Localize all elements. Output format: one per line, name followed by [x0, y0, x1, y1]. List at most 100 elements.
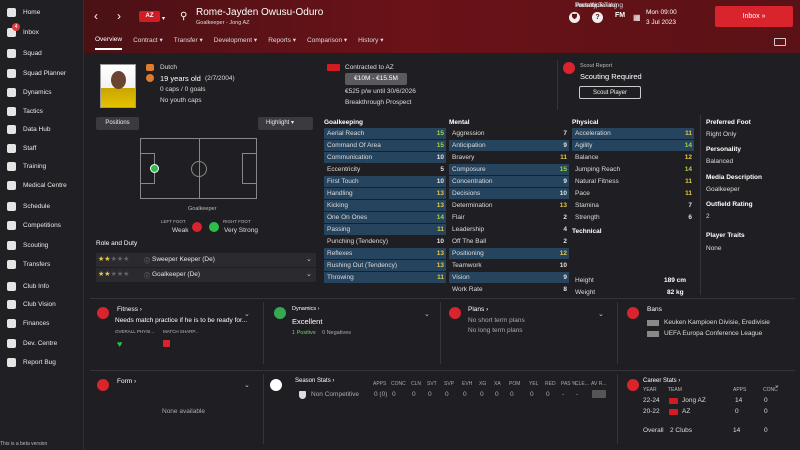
attribute-row[interactable]: Determination 13	[449, 200, 569, 211]
stats-header[interactable]: CONC	[391, 381, 406, 387]
help-icon[interactable]: ?	[592, 12, 603, 23]
attribute-row[interactable]: Reflexes 13	[324, 248, 446, 259]
form-title[interactable]: Form ›	[117, 378, 136, 385]
positions-button[interactable]: Positions	[96, 117, 139, 130]
stats-header[interactable]: CLN	[411, 381, 421, 387]
attribute-row[interactable]: Leadership 4	[449, 224, 569, 235]
sidebar-item-report-bug[interactable]: Report Bug	[0, 354, 84, 370]
stats-header[interactable]: CLE...	[575, 381, 589, 387]
stats-header[interactable]: POM	[509, 381, 520, 387]
attribute-row[interactable]: First Touch 10	[324, 176, 446, 187]
club-badge[interactable]: AZ	[139, 11, 160, 22]
sidebar-item-transfers[interactable]: Transfers	[0, 256, 84, 272]
dynamics-title[interactable]: Dynamics ›	[292, 306, 320, 312]
attribute-row[interactable]: Off The Ball 2	[449, 236, 569, 247]
attribute-row[interactable]: Teamwork 10	[449, 260, 569, 271]
contracted-to[interactable]: Contracted to AZ	[345, 64, 394, 71]
attribute-row[interactable]: Command Of Area 15	[324, 140, 446, 151]
sidebar-item-club-vision[interactable]: Club Vision	[0, 296, 84, 312]
chevron-down-icon[interactable]: ▾	[162, 13, 165, 25]
nationality[interactable]: Dutch	[160, 64, 177, 71]
sidebar-item-finances[interactable]: Finances	[0, 315, 84, 331]
attribute-row[interactable]: Concentration 9	[449, 176, 569, 187]
attribute-row[interactable]: Kicking 13	[324, 200, 446, 211]
chevron-down-icon[interactable]: ⌄	[244, 310, 250, 318]
attribute-row[interactable]: Stamina 7	[572, 200, 694, 211]
scout-player-button[interactable]: Scout Player	[579, 86, 641, 99]
tab-transfer[interactable]: Transfer ▾	[174, 36, 203, 50]
attribute-row[interactable]: Natural Fitness 11	[572, 176, 694, 187]
attribute-row[interactable]: Vision 9	[449, 272, 569, 283]
sidebar-item-club-info[interactable]: Club Info	[0, 278, 84, 294]
attribute-row[interactable]: Work Rate 8	[449, 284, 569, 295]
tab-overview[interactable]: Overview	[95, 36, 123, 50]
attribute-row[interactable]: Punching (Tendency) 10	[324, 236, 446, 247]
sidebar-item-home[interactable]: Home	[0, 4, 84, 20]
fitness-title[interactable]: Fitness ›	[117, 306, 142, 313]
tab-comparison[interactable]: Comparison ▾	[307, 36, 347, 50]
attribute-row[interactable]: Agility 14	[572, 140, 694, 151]
sidebar-item-tactics[interactable]: Tactics	[0, 103, 84, 119]
attribute-row[interactable]: Throwing 11	[324, 272, 446, 283]
attribute-row[interactable]: Balance 12	[572, 152, 694, 163]
stats-header[interactable]: AV R...	[591, 381, 606, 387]
stats-header[interactable]: YEL	[529, 381, 538, 387]
stats-header[interactable]: SVT	[427, 381, 437, 387]
sidebar-item-squad-planner[interactable]: Squad Planner	[0, 65, 84, 81]
chevron-down-icon[interactable]: ⌄	[424, 310, 430, 318]
highlight-dropdown[interactable]: Highlight ▾	[258, 117, 313, 130]
sidebar-item-squad[interactable]: Squad	[0, 45, 84, 61]
sidebar-item-inbox[interactable]: Inbox 4	[0, 23, 84, 40]
stats-header[interactable]: RED	[545, 381, 556, 387]
stats-header[interactable]: SVP	[444, 381, 454, 387]
attribute-row[interactable]: Acceleration 11	[572, 128, 694, 139]
chevron-down-icon[interactable]: ⌄	[306, 255, 312, 263]
screen-icon[interactable]	[774, 38, 786, 46]
career-team[interactable]: AZ	[682, 408, 690, 415]
attribute-row[interactable]: Handling 13	[324, 188, 446, 199]
career-title[interactable]: Career Stats ›	[643, 378, 680, 384]
attribute-row[interactable]: Eccentricity 5	[324, 164, 446, 175]
shield-icon[interactable]: ⛊	[569, 12, 580, 23]
fm-logo[interactable]: FM	[615, 12, 625, 19]
chevron-down-icon[interactable]: ⌄	[244, 381, 250, 389]
attribute-row[interactable]: Pace 11	[572, 188, 694, 199]
attribute-row[interactable]: Jumping Reach 14	[572, 164, 694, 175]
stats-header[interactable]: APPS	[373, 381, 386, 387]
attribute-row[interactable]: Strength 6	[572, 212, 694, 223]
season-stats-title[interactable]: Season Stats ›	[295, 378, 334, 384]
sidebar-item-schedule[interactable]: Schedule	[0, 198, 84, 214]
attribute-row[interactable]: Anticipation 9	[449, 140, 569, 151]
calendar-icon[interactable]: ▦	[633, 12, 641, 24]
sidebar-item-data-hub[interactable]: Data Hub	[0, 121, 84, 137]
attribute-row[interactable]: Decisions 10	[449, 188, 569, 199]
sidebar-item-competitions[interactable]: Competitions	[0, 217, 84, 233]
attribute-row[interactable]: Rushing Out (Tendency) 13	[324, 260, 446, 271]
attribute-row[interactable]: Positioning 12	[449, 248, 569, 259]
tab-contract[interactable]: Contract ▾	[133, 36, 163, 50]
attribute-row[interactable]: Communication 10	[324, 152, 446, 163]
stats-header[interactable]: XA	[494, 381, 501, 387]
forward-icon[interactable]: ›	[117, 10, 121, 22]
attribute-row[interactable]: Passing 11	[324, 224, 446, 235]
chevron-down-icon[interactable]: ⌄	[306, 270, 312, 278]
tab-reports[interactable]: Reports ▾	[268, 36, 296, 50]
sidebar-item-training[interactable]: Training	[0, 158, 84, 174]
role-row[interactable]: ★★★★★ ⓘ Sweeper Keeper (De) ⌄	[96, 253, 316, 267]
chevron-down-icon[interactable]: ⌄	[598, 310, 604, 318]
attribute-row[interactable]: Aggression 7	[449, 128, 569, 139]
attribute-row[interactable]: One On Ones 14	[324, 212, 446, 223]
sidebar-item-dev-centre[interactable]: Dev. Centre	[0, 335, 84, 351]
stats-header[interactable]: EVH	[462, 381, 472, 387]
sidebar-item-medical-centre[interactable]: Medical Centre	[0, 177, 84, 193]
attribute-row[interactable]: Composure 15	[449, 164, 569, 175]
search-icon[interactable]: ⚲	[180, 11, 187, 23]
attribute-row[interactable]: Aerial Reach 15	[324, 128, 446, 139]
stats-header[interactable]: XG	[479, 381, 486, 387]
plans-title[interactable]: Plans ›	[468, 306, 488, 313]
career-team[interactable]: Jong AZ	[682, 397, 706, 404]
role-row[interactable]: ★★★★★ ⓘ Goalkeeper (De) ⌄	[96, 268, 316, 282]
chevron-down-icon[interactable]: ⌄	[774, 381, 780, 389]
attribute-row[interactable]: Bravery 11	[449, 152, 569, 163]
tab-development[interactable]: Development ▾	[214, 36, 257, 50]
